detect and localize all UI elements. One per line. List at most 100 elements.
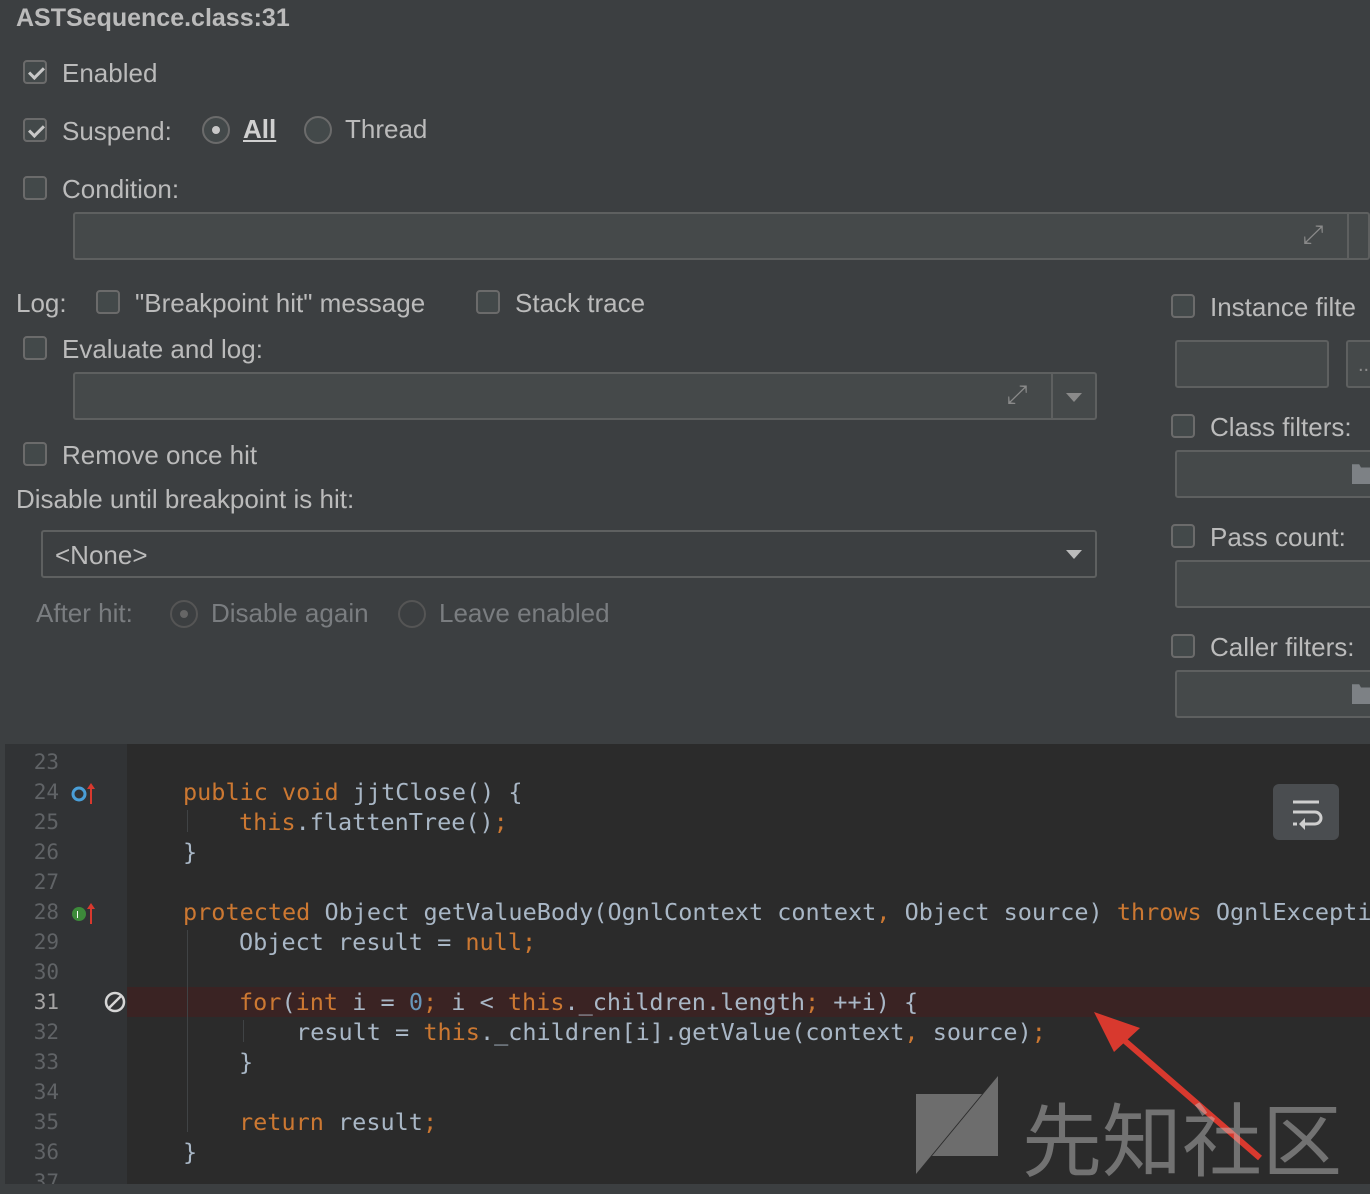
condition-label[interactable]: Condition:	[62, 174, 179, 205]
suspend-label[interactable]: Suspend:	[62, 116, 172, 147]
code-text: i =	[338, 988, 409, 1016]
line-number: 35	[33, 1110, 59, 1134]
evaluate-checkbox[interactable]	[23, 336, 47, 360]
code-punct: ,	[904, 1018, 919, 1046]
line-number: 24	[33, 780, 59, 804]
code-line-31: for(int i = 0; i < this._children.length…	[239, 988, 918, 1016]
evaluate-label[interactable]: Evaluate and log:	[62, 334, 263, 365]
code-punct: ;	[805, 988, 820, 1016]
log-stack-checkbox[interactable]	[476, 290, 500, 314]
soft-wrap-button[interactable]	[1273, 784, 1339, 840]
after-hit-disable-label[interactable]: Disable again	[211, 598, 369, 629]
remove-once-checkbox[interactable]	[23, 442, 47, 466]
line-number: 23	[33, 750, 59, 774]
caller-filter-checkbox[interactable]	[1171, 634, 1195, 658]
code-punct: ;	[493, 808, 508, 836]
pass-count-checkbox[interactable]	[1171, 524, 1195, 548]
after-hit-label: After hit:	[36, 598, 133, 628]
indent-guide	[187, 930, 188, 1132]
code-line-36: }	[183, 1138, 198, 1166]
disabled-breakpoint-icon[interactable]	[103, 990, 127, 1014]
svg-text:I: I	[76, 910, 79, 921]
code-line-25: this.flattenTree();	[239, 808, 508, 836]
disable-until-value: <None>	[55, 540, 148, 570]
code-keyword: this	[507, 988, 565, 1016]
pass-count-label[interactable]: Pass count:	[1210, 522, 1346, 553]
watermark-logo	[916, 1076, 998, 1174]
caller-filter-input[interactable]	[1175, 670, 1370, 718]
evaluate-input[interactable]	[73, 372, 1097, 420]
code-line-32: result = this._children[i].getValue(cont…	[296, 1018, 1046, 1046]
code-keyword: null;	[465, 928, 537, 956]
after-hit-disable-radio[interactable]	[170, 600, 198, 628]
instance-filter-input[interactable]	[1175, 340, 1329, 388]
pass-count-input[interactable]	[1175, 560, 1370, 608]
code-punct: ;	[422, 1108, 438, 1136]
code-text: .flattenTree()	[295, 808, 494, 836]
code-text: OgnlExceptio	[1201, 898, 1370, 926]
instance-filter-label[interactable]: Instance filte	[1210, 292, 1356, 323]
class-filter-checkbox[interactable]	[1171, 414, 1195, 438]
code-text: jjtClose() {	[338, 778, 523, 806]
code-line-29: Object result = null;	[239, 928, 536, 956]
line-number: 36	[33, 1140, 59, 1164]
override-up-icon[interactable]	[71, 782, 97, 806]
field-divider	[1347, 214, 1349, 258]
code-text: result	[323, 1108, 423, 1136]
enabled-label[interactable]: Enabled	[62, 58, 157, 89]
disable-until-select[interactable]: <None>	[41, 530, 1097, 578]
dropdown-arrow-icon[interactable]	[1066, 393, 1082, 402]
expand-icon[interactable]: ⤢	[1003, 380, 1031, 408]
log-label: Log:	[16, 288, 67, 318]
code-text: Object getValueBody(OgnlContext context	[310, 898, 877, 926]
dialog-title: ASTSequence.class:31	[16, 4, 290, 32]
line-number: 32	[33, 1020, 59, 1044]
log-stack-label[interactable]: Stack trace	[515, 288, 645, 319]
code-text: result =	[296, 1018, 424, 1046]
indent-guide	[187, 810, 188, 832]
code-number: 0	[408, 988, 423, 1016]
enabled-checkbox[interactable]	[23, 60, 47, 84]
condition-checkbox[interactable]	[23, 176, 47, 200]
code-keyword: this	[239, 808, 296, 836]
line-number: 34	[33, 1080, 59, 1104]
code-keyword: for	[239, 988, 282, 1016]
suspend-checkbox[interactable]	[23, 118, 47, 142]
suspend-thread-label[interactable]: Thread	[345, 114, 427, 145]
code-line-26: }	[183, 838, 198, 866]
code-keyword: return	[239, 1108, 324, 1136]
expand-icon[interactable]: ⤢	[1299, 220, 1327, 248]
implements-up-icon[interactable]: I	[71, 902, 97, 926]
log-message-checkbox[interactable]	[96, 290, 120, 314]
line-number: 26	[33, 840, 59, 864]
line-number: 30	[33, 960, 59, 984]
suspend-all-label[interactable]: All	[243, 114, 276, 145]
line-number: 37	[33, 1170, 59, 1184]
code-text: (	[281, 988, 296, 1016]
suspend-thread-radio[interactable]	[304, 116, 332, 144]
watermark-text: 先知社区	[1022, 1096, 1342, 1189]
code-punct: ;	[1031, 1018, 1046, 1046]
class-filter-input[interactable]	[1175, 450, 1370, 498]
code-text: Object source)	[890, 898, 1117, 926]
line-number: 29	[33, 930, 59, 954]
instance-filter-checkbox[interactable]	[1171, 294, 1195, 318]
code-punct: ;	[422, 988, 438, 1016]
code-line-33: }	[239, 1048, 254, 1076]
code-text: ._children.length	[564, 988, 805, 1016]
code-keyword: protected	[183, 898, 311, 926]
after-hit-leave-label[interactable]: Leave enabled	[439, 598, 610, 629]
code-keyword: int	[295, 988, 339, 1016]
caller-filter-label[interactable]: Caller filters:	[1210, 632, 1354, 663]
remove-once-label[interactable]: Remove once hit	[62, 440, 257, 471]
line-number: 25	[33, 810, 59, 834]
chevron-down-icon[interactable]	[1066, 550, 1082, 559]
log-message-label[interactable]: "Breakpoint hit" message	[135, 288, 425, 319]
after-hit-leave-radio[interactable]	[398, 600, 426, 628]
class-filter-label[interactable]: Class filters:	[1210, 412, 1352, 443]
condition-input[interactable]	[73, 212, 1370, 260]
suspend-all-radio[interactable]	[202, 116, 230, 144]
instance-filter-more-button[interactable]: ...	[1346, 340, 1370, 388]
soft-wrap-icon	[1293, 800, 1323, 830]
code-punct: ,	[876, 898, 891, 926]
